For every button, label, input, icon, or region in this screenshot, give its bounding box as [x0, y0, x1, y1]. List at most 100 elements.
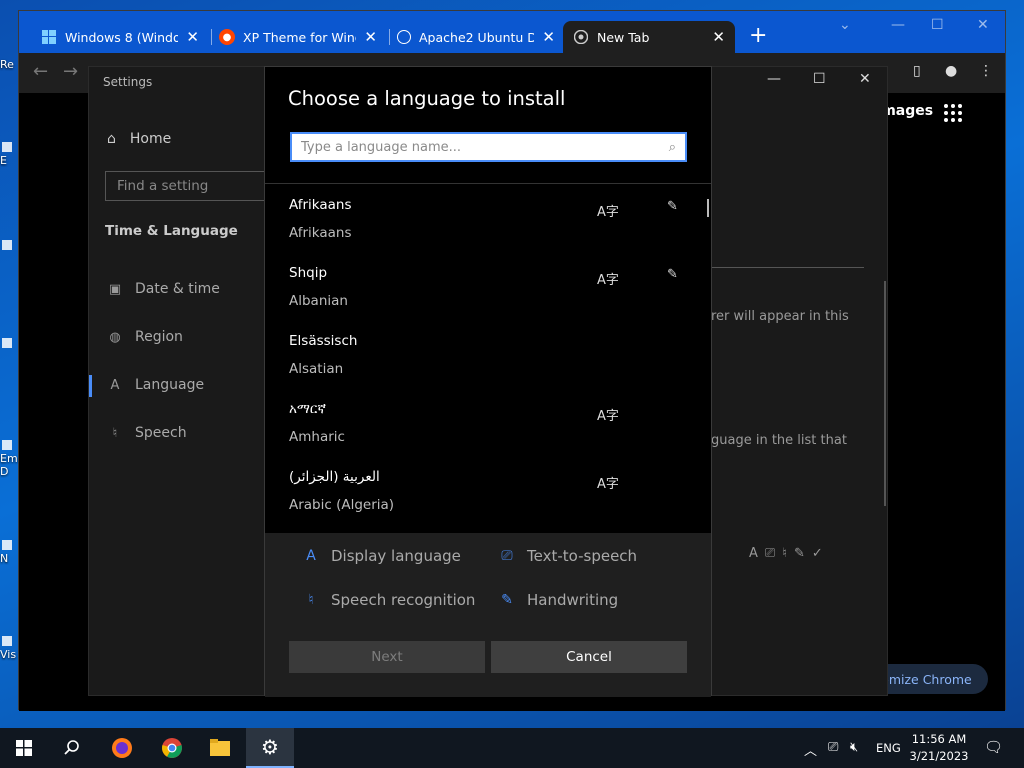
sidebar-item-speech[interactable]: ♮ Speech	[107, 425, 187, 441]
file-explorer-button[interactable]	[196, 728, 244, 768]
language-native-name: Afrikaans	[289, 197, 352, 213]
apps-grid-icon[interactable]	[944, 104, 962, 122]
clock-date: 3/21/2023	[909, 749, 969, 763]
desktop-icon-fragment[interactable]: E	[0, 142, 18, 167]
feature-display-language: A Display language	[303, 547, 461, 565]
input-language[interactable]: ENG	[876, 741, 901, 755]
language-feature-icons: A⎚♮✎✓	[749, 546, 830, 561]
sidebar-item-language[interactable]: A Language	[107, 377, 205, 393]
display-language-icon: A字	[597, 409, 619, 424]
volume-muted-icon[interactable]: 🔇︎	[850, 740, 858, 755]
new-tab-button[interactable]: +	[749, 23, 767, 49]
taskbar: ⚙ ︿ ⎚ 🔇︎ ENG 11:56 AM 3/21/2023 🗨︎	[0, 728, 1024, 768]
language-english-name: Alsatian	[289, 361, 344, 377]
tab-strip: Windows 8 (Windows ✕ ● XP Theme for Wind…	[19, 11, 1005, 53]
close-icon[interactable]: ✕	[542, 28, 555, 46]
minimize-icon[interactable]: —	[767, 71, 781, 87]
language-english-name: Arabic (Algeria)	[289, 497, 395, 513]
language-icon: A	[110, 377, 120, 393]
sidebar-item-label: Region	[135, 329, 183, 345]
windows-icon	[16, 740, 32, 756]
list-item[interactable]: العربية (الجزائر) Arabic (Algeria) A字	[289, 469, 689, 535]
language-english-name: Afrikaans	[289, 225, 352, 241]
desktop-icon	[2, 142, 12, 152]
tab-apache2[interactable]: Apache2 Ubuntu Def ✕	[387, 21, 565, 53]
language-native-name: العربية (الجزائر)	[289, 469, 380, 485]
calendar-clock-icon: ▣	[108, 281, 122, 297]
maximize-icon[interactable]: ☐	[931, 17, 944, 33]
settings-home[interactable]: ⌂ Home	[107, 131, 171, 147]
settings-text: guage in the list that	[711, 433, 847, 448]
tab-windows8[interactable]: Windows 8 (Windows ✕	[31, 21, 209, 53]
display-language-icon: A	[306, 548, 316, 564]
tab-new-tab[interactable]: New Tab ✕	[563, 21, 735, 53]
feature-handwriting: ✎ Handwriting	[499, 591, 618, 609]
sidebar-item-date-time[interactable]: ▣ Date & time	[107, 281, 220, 297]
home-label: Home	[129, 131, 172, 147]
globe-icon: ◍	[109, 329, 121, 345]
display-language-icon: A字	[597, 477, 619, 492]
close-window-icon[interactable]: ✕	[859, 71, 871, 87]
desktop-icon-fragment[interactable]	[0, 338, 18, 350]
chevron-up-icon[interactable]: ︿	[804, 740, 817, 759]
settings-section-title: Time & Language	[105, 223, 238, 239]
chrome-icon	[162, 738, 182, 758]
display-language-icon: A字	[597, 205, 619, 220]
desktop-icon-fragment[interactable]: Em D	[0, 440, 18, 478]
desktop-icon-fragment[interactable]	[0, 240, 18, 252]
start-button[interactable]	[0, 728, 48, 768]
forward-icon[interactable]: →	[63, 61, 78, 82]
close-icon[interactable]: ✕	[364, 28, 377, 46]
list-item[interactable]: Shqip Albanian A字 ✎	[289, 265, 689, 331]
scrollbar[interactable]	[707, 199, 709, 217]
back-icon[interactable]: ←	[33, 61, 48, 82]
tab-title: XP Theme for Windo	[243, 29, 356, 45]
handwriting-icon: ✎	[667, 267, 678, 282]
side-panel-icon[interactable]: ▯	[913, 63, 921, 79]
desktop-icon	[2, 540, 12, 550]
home-icon: ⌂	[107, 131, 116, 147]
settings-taskbar-button[interactable]: ⚙	[246, 728, 294, 768]
sidebar-item-label: Date & time	[135, 281, 220, 297]
globe-icon	[397, 30, 411, 44]
sidebar-item-region[interactable]: ◍ Region	[107, 329, 183, 345]
tab-xp-theme[interactable]: ● XP Theme for Windo ✕	[209, 21, 387, 53]
list-item[interactable]: Elsässisch Alsatian	[289, 333, 689, 399]
close-icon[interactable]: ✕	[186, 28, 199, 46]
gear-icon: ⚙	[261, 735, 279, 759]
search-button[interactable]	[48, 728, 96, 768]
handwriting-icon: ✎	[501, 592, 513, 608]
clock[interactable]: 11:56 AM 3/21/2023	[908, 731, 970, 765]
minimize-icon[interactable]: —	[891, 17, 905, 33]
language-search-box[interactable]: ⌕	[290, 132, 687, 162]
desktop-icon-fragment[interactable]: Re	[0, 58, 18, 71]
language-native-name: Shqip	[289, 265, 328, 281]
divider	[265, 183, 711, 184]
desktop-icon-fragment[interactable]: Vis	[0, 636, 18, 661]
sidebar-item-label: Speech	[135, 425, 187, 441]
scrollbar[interactable]	[884, 281, 886, 506]
search-icon: ⌕	[668, 139, 676, 155]
maximize-icon[interactable]: ☐	[813, 71, 826, 87]
cancel-button[interactable]: Cancel	[491, 641, 687, 673]
next-button[interactable]: Next	[289, 641, 485, 673]
chevron-down-icon[interactable]: ⌄	[839, 17, 851, 33]
language-search-input[interactable]	[301, 139, 669, 155]
language-english-name: Albanian	[289, 293, 348, 309]
settings-search-input[interactable]: Find a setting	[105, 171, 275, 201]
chrome-button[interactable]	[148, 728, 196, 768]
close-window-icon[interactable]: ✕	[977, 17, 989, 33]
list-item[interactable]: Afrikaans Afrikaans A字 ✎	[289, 197, 689, 263]
close-icon[interactable]: ✕	[712, 28, 725, 46]
firefox-button[interactable]	[98, 728, 146, 768]
network-icon[interactable]: ⎚	[828, 740, 838, 755]
feature-speech-recognition: ♮ Speech recognition	[303, 591, 475, 609]
list-item[interactable]: አማርኛ Amharic A字	[289, 401, 689, 467]
handwriting-icon: ✎	[667, 199, 678, 214]
profile-icon[interactable]: ●	[945, 63, 957, 79]
notifications-icon[interactable]: 🗨︎	[984, 738, 1003, 756]
language-english-name: Amharic	[289, 429, 345, 445]
menu-icon[interactable]: ⋮	[979, 63, 993, 79]
desktop-icon-fragment[interactable]: N	[0, 540, 18, 565]
tab-title: Apache2 Ubuntu Def	[419, 29, 535, 45]
